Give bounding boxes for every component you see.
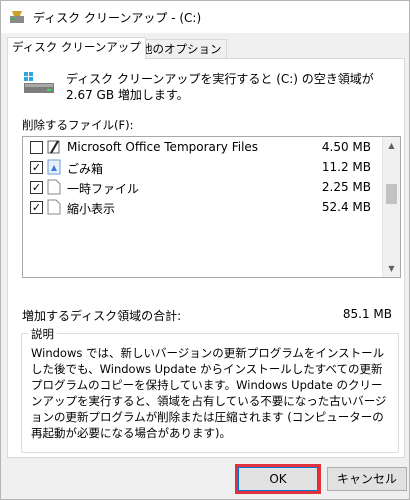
list-item[interactable]: ✓ ごみ箱 11.2 MB bbox=[23, 158, 379, 178]
title-bar: ディスク クリーンアップ - (C:) bbox=[1, 1, 409, 33]
ok-button[interactable]: OK bbox=[238, 467, 318, 491]
intro-text: ディスク クリーンアップを実行すると (C:) の空き領域が 2.67 GB 増… bbox=[66, 72, 374, 102]
list-item-name: ごみ箱 bbox=[67, 162, 104, 176]
scrollbar-thumb[interactable] bbox=[386, 184, 397, 204]
list-item-size: 52.4 MB bbox=[321, 200, 371, 214]
disk-cleanup-app-icon bbox=[10, 11, 24, 23]
files-to-delete-label: 削除するファイル(F): bbox=[22, 118, 134, 132]
cancel-button[interactable]: キャンセル bbox=[327, 467, 407, 491]
description-legend: 説明 bbox=[28, 326, 57, 342]
list-item-size: 11.2 MB bbox=[321, 160, 371, 174]
scroll-down-arrow-icon[interactable]: ▼ bbox=[383, 260, 400, 277]
file-list[interactable]: Microsoft Office Temporary Files 4.50 MB… bbox=[22, 136, 401, 278]
list-item-size: 4.50 MB bbox=[321, 140, 371, 154]
scroll-up-arrow-icon[interactable]: ▲ bbox=[383, 137, 400, 154]
disk-cleanup-window: ディスク クリーンアップ - (C:) ディスク クリーンアップ その他のオプシ… bbox=[0, 0, 410, 500]
document-icon bbox=[47, 199, 61, 215]
list-item[interactable]: Microsoft Office Temporary Files 4.50 MB bbox=[23, 138, 379, 158]
list-scrollbar[interactable]: ▲ ▼ bbox=[382, 137, 400, 277]
total-space-label: 増加するディスク領域の合計: bbox=[22, 309, 182, 323]
list-item-name: 縮小表示 bbox=[67, 202, 116, 216]
office-temp-files-icon bbox=[47, 140, 60, 154]
recycle-bin-icon bbox=[47, 159, 61, 175]
window-title: ディスク クリーンアップ - (C:) bbox=[33, 11, 202, 25]
description-text: Windows では、新しいバージョンの更新プログラムをインストールした後でも、… bbox=[31, 346, 387, 440]
drive-icon bbox=[24, 72, 54, 93]
checkbox[interactable]: ✓ bbox=[30, 181, 43, 194]
checkbox[interactable]: ✓ bbox=[30, 201, 43, 214]
tab-disk-cleanup[interactable]: ディスク クリーンアップ bbox=[7, 37, 146, 59]
list-item[interactable]: ✓ 縮小表示 52.4 MB bbox=[23, 198, 379, 218]
list-item-name: Microsoft Office Temporary Files bbox=[67, 140, 259, 154]
checkbox[interactable] bbox=[30, 141, 43, 154]
total-space-value: 85.1 MB bbox=[342, 307, 392, 321]
document-icon bbox=[47, 179, 61, 195]
checkbox[interactable]: ✓ bbox=[30, 161, 43, 174]
list-item-name: 一時ファイル bbox=[67, 182, 140, 196]
list-item-size: 2.25 MB bbox=[321, 180, 371, 194]
list-item[interactable]: ✓ 一時ファイル 2.25 MB bbox=[23, 178, 379, 198]
